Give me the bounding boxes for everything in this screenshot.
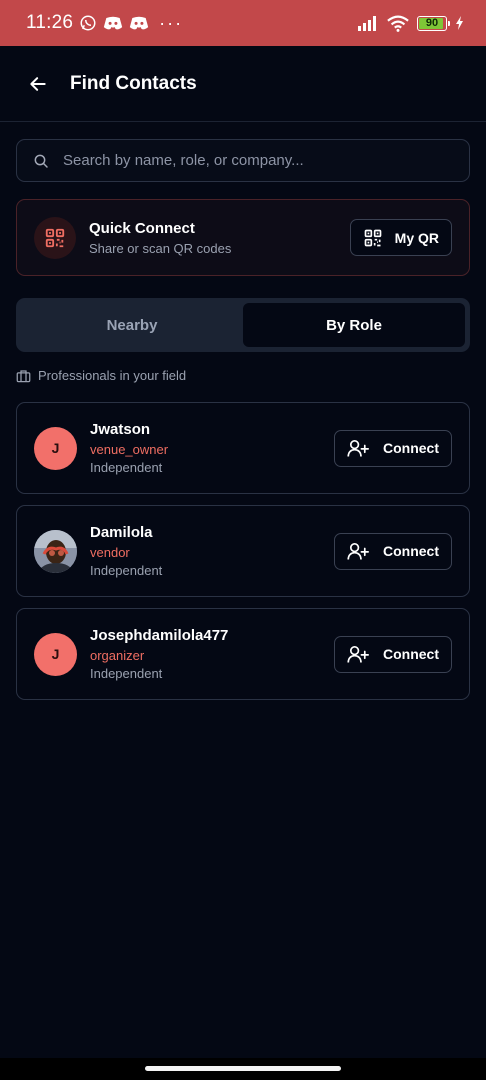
my-qr-button[interactable]: My QR [349, 219, 452, 256]
contact-name: Josephdamilola477 [90, 627, 229, 644]
search-box[interactable] [16, 139, 470, 182]
status-time: 11:26 [26, 12, 74, 33]
connect-button[interactable]: Connect [334, 635, 452, 673]
quick-connect-card: Quick Connect Share or scan QR codes My … [16, 199, 470, 276]
contact-name: Damilola [90, 524, 153, 541]
tab-nearby[interactable]: Nearby [21, 303, 243, 347]
connect-button[interactable]: Connect [334, 429, 452, 467]
contact-company: Independent [90, 563, 163, 578]
signal-icon [358, 16, 376, 31]
qr-code-icon [45, 228, 65, 247]
contact-card: J Jwatson venue_owner Independent Connec… [16, 402, 470, 494]
search-input[interactable] [63, 152, 469, 169]
contact-card: J Josephdamilola477 organizer Independen… [16, 608, 470, 700]
profile-photo [34, 529, 77, 573]
connect-label: Connect [383, 646, 439, 662]
quick-connect-title: Quick Connect [89, 219, 195, 237]
wifi-icon [387, 15, 409, 32]
contact-name: Jwatson [90, 421, 151, 438]
system-nav-bar [0, 1058, 486, 1080]
avatar: J [34, 426, 77, 470]
add-user-icon [347, 542, 369, 560]
avatar: J [34, 632, 77, 676]
contact-role: vendor [90, 545, 130, 560]
connect-label: Connect [383, 440, 439, 456]
more-notifications-icon: ··· [159, 12, 184, 33]
back-button[interactable] [26, 72, 50, 96]
quick-connect-icon-badge [34, 216, 76, 259]
quick-connect-subtitle: Share or scan QR codes [89, 240, 232, 256]
my-qr-label: My QR [394, 229, 439, 246]
battery-icon: 90 [417, 15, 450, 31]
contact-company: Independent [90, 666, 163, 681]
search-icon [34, 154, 48, 168]
contact-role: venue_owner [90, 442, 169, 457]
status-bar: 11:26 ··· 90 [0, 0, 486, 46]
section-label: Professionals in your field [38, 368, 187, 383]
app-header: Find Contacts [0, 46, 486, 122]
connect-button[interactable]: Connect [334, 532, 452, 570]
discord-icon [129, 16, 149, 30]
whatsapp-icon [80, 15, 96, 31]
briefcase-icon [16, 369, 31, 382]
tab-bar: Nearby By Role [16, 298, 470, 352]
battery-level: 90 [425, 17, 439, 29]
contact-card: Damilola vendor Independent Connect [16, 505, 470, 597]
qr-code-icon [364, 229, 381, 246]
tab-by-role[interactable]: By Role [243, 303, 465, 347]
discord-icon [103, 16, 123, 30]
add-user-icon [347, 645, 369, 663]
charging-bolt-icon [456, 16, 463, 30]
add-user-icon [347, 439, 369, 457]
connect-label: Connect [383, 543, 439, 559]
arrow-left-icon [30, 76, 46, 91]
home-indicator[interactable] [145, 1066, 341, 1071]
contact-role: organizer [90, 648, 145, 663]
section-header: Professionals in your field [16, 368, 186, 383]
avatar [34, 529, 77, 573]
page-title: Find Contacts [70, 72, 197, 94]
contact-company: Independent [90, 460, 163, 475]
